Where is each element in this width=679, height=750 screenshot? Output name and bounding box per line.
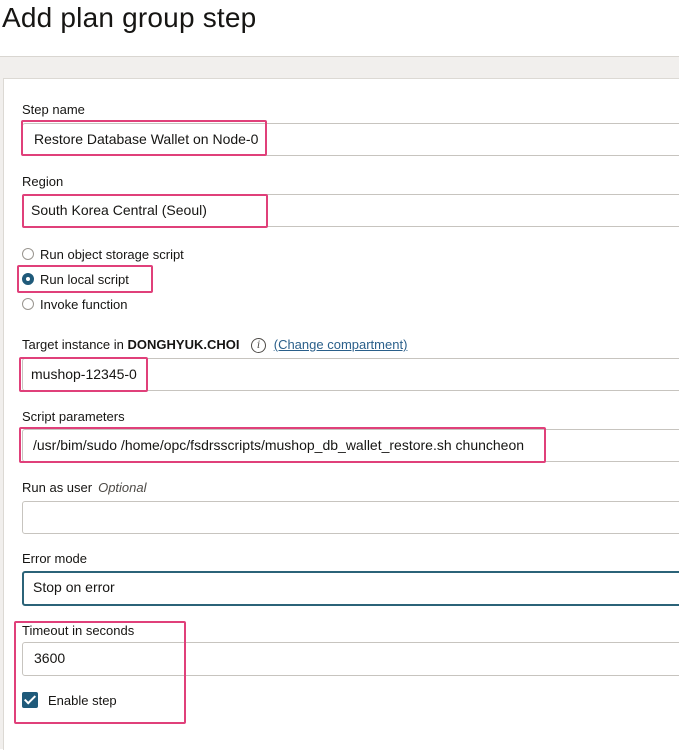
region-select[interactable]: South Korea Central (Seoul) bbox=[22, 194, 679, 227]
step-name-label: Step name bbox=[22, 102, 85, 117]
page-title: Add plan group step bbox=[2, 2, 257, 33]
radio-empty-icon[interactable] bbox=[22, 298, 34, 310]
script-parameters-label: Script parameters bbox=[22, 409, 125, 424]
optional-tag: Optional bbox=[98, 480, 147, 495]
radio-local-script-label: Run local script bbox=[40, 271, 129, 287]
change-compartment-link[interactable]: (Change compartment) bbox=[274, 337, 408, 352]
enable-step-checkbox[interactable] bbox=[22, 692, 38, 708]
compartment-name: DONGHYUK.CHOI bbox=[127, 337, 240, 352]
radio-object-storage[interactable]: Run object storage script bbox=[22, 244, 184, 264]
timeout-input[interactable]: 3600 bbox=[22, 642, 679, 676]
radio-object-storage-label: Run object storage script bbox=[40, 246, 184, 262]
run-as-user-label: Run as user Optional bbox=[22, 480, 147, 495]
target-instance-select[interactable]: mushop-12345-0 bbox=[22, 358, 679, 391]
radio-selected-icon[interactable] bbox=[22, 273, 34, 285]
info-icon[interactable]: i bbox=[251, 338, 267, 354]
run-as-user-label-text: Run as user bbox=[22, 480, 93, 495]
target-instance-label: Target instance in DONGHYUK.CHOI i (Chan… bbox=[22, 337, 408, 354]
enable-step-label: Enable step bbox=[48, 693, 117, 708]
error-mode-label: Error mode bbox=[22, 551, 88, 566]
target-instance-prefix: Target instance in bbox=[22, 337, 124, 352]
radio-invoke-function-label: Invoke function bbox=[40, 296, 128, 312]
radio-invoke-function[interactable]: Invoke function bbox=[22, 294, 127, 314]
radio-local-script[interactable]: Run local script bbox=[22, 269, 129, 289]
script-parameters-input[interactable]: /usr/bim/sudo /home/opc/fsdrsscripts/mus… bbox=[22, 429, 679, 462]
radio-empty-icon[interactable] bbox=[22, 248, 34, 260]
error-mode-select[interactable]: Stop on error bbox=[22, 571, 679, 606]
timeout-label: Timeout in seconds bbox=[22, 623, 135, 638]
run-as-user-input[interactable] bbox=[22, 501, 679, 534]
step-name-input[interactable]: Restore Database Wallet on Node-0 bbox=[22, 123, 679, 156]
region-label: Region bbox=[22, 174, 64, 189]
